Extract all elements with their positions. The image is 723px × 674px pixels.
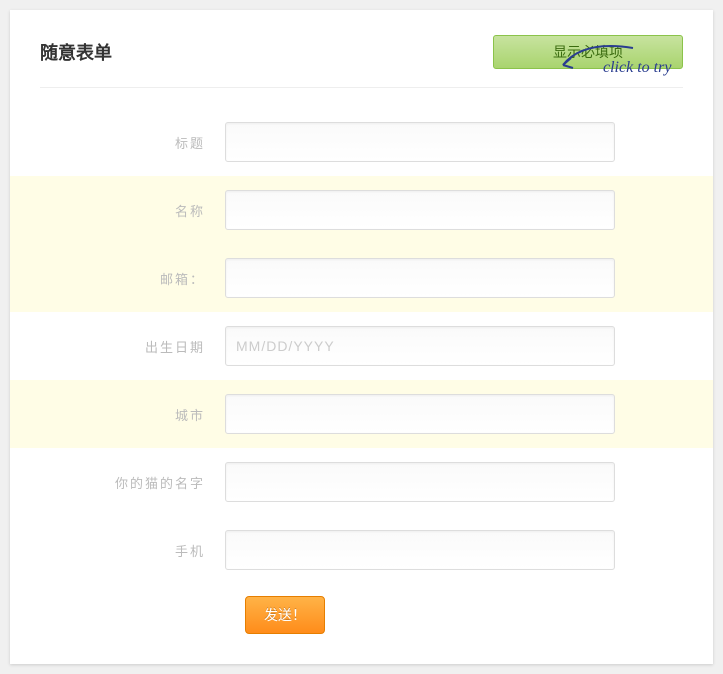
label-birthdate: 出生日期: [40, 337, 225, 356]
click-to-try-annotation: click to try: [553, 30, 693, 80]
submit-button[interactable]: 发送！: [245, 596, 325, 634]
form-card: 随意表单 显示必填项 click to try 标题 名称 邮箱： 出生日期 城…: [10, 10, 713, 664]
field-row-birthdate: 出生日期: [40, 312, 683, 380]
input-topic[interactable]: [225, 122, 615, 162]
label-city: 城市: [40, 405, 225, 424]
field-row-name: 名称: [10, 176, 713, 244]
field-row-city: 城市: [10, 380, 713, 448]
field-row-email: 邮箱：: [10, 244, 713, 312]
form-title: 随意表单: [40, 39, 493, 65]
svg-text:click to try: click to try: [603, 59, 672, 76]
label-email: 邮箱：: [40, 269, 225, 288]
input-phone[interactable]: [225, 530, 615, 570]
input-birthdate[interactable]: [225, 326, 615, 366]
label-catname: 你的猫的名字: [40, 473, 225, 492]
input-email[interactable]: [225, 258, 615, 298]
field-row-topic: 标题: [40, 108, 683, 176]
submit-row: 发送！: [40, 584, 683, 634]
field-row-catname: 你的猫的名字: [40, 448, 683, 516]
input-name[interactable]: [225, 190, 615, 230]
label-name: 名称: [40, 201, 225, 220]
input-catname[interactable]: [225, 462, 615, 502]
label-topic: 标题: [40, 133, 225, 152]
field-row-phone: 手机: [40, 516, 683, 584]
input-city[interactable]: [225, 394, 615, 434]
label-phone: 手机: [40, 541, 225, 560]
